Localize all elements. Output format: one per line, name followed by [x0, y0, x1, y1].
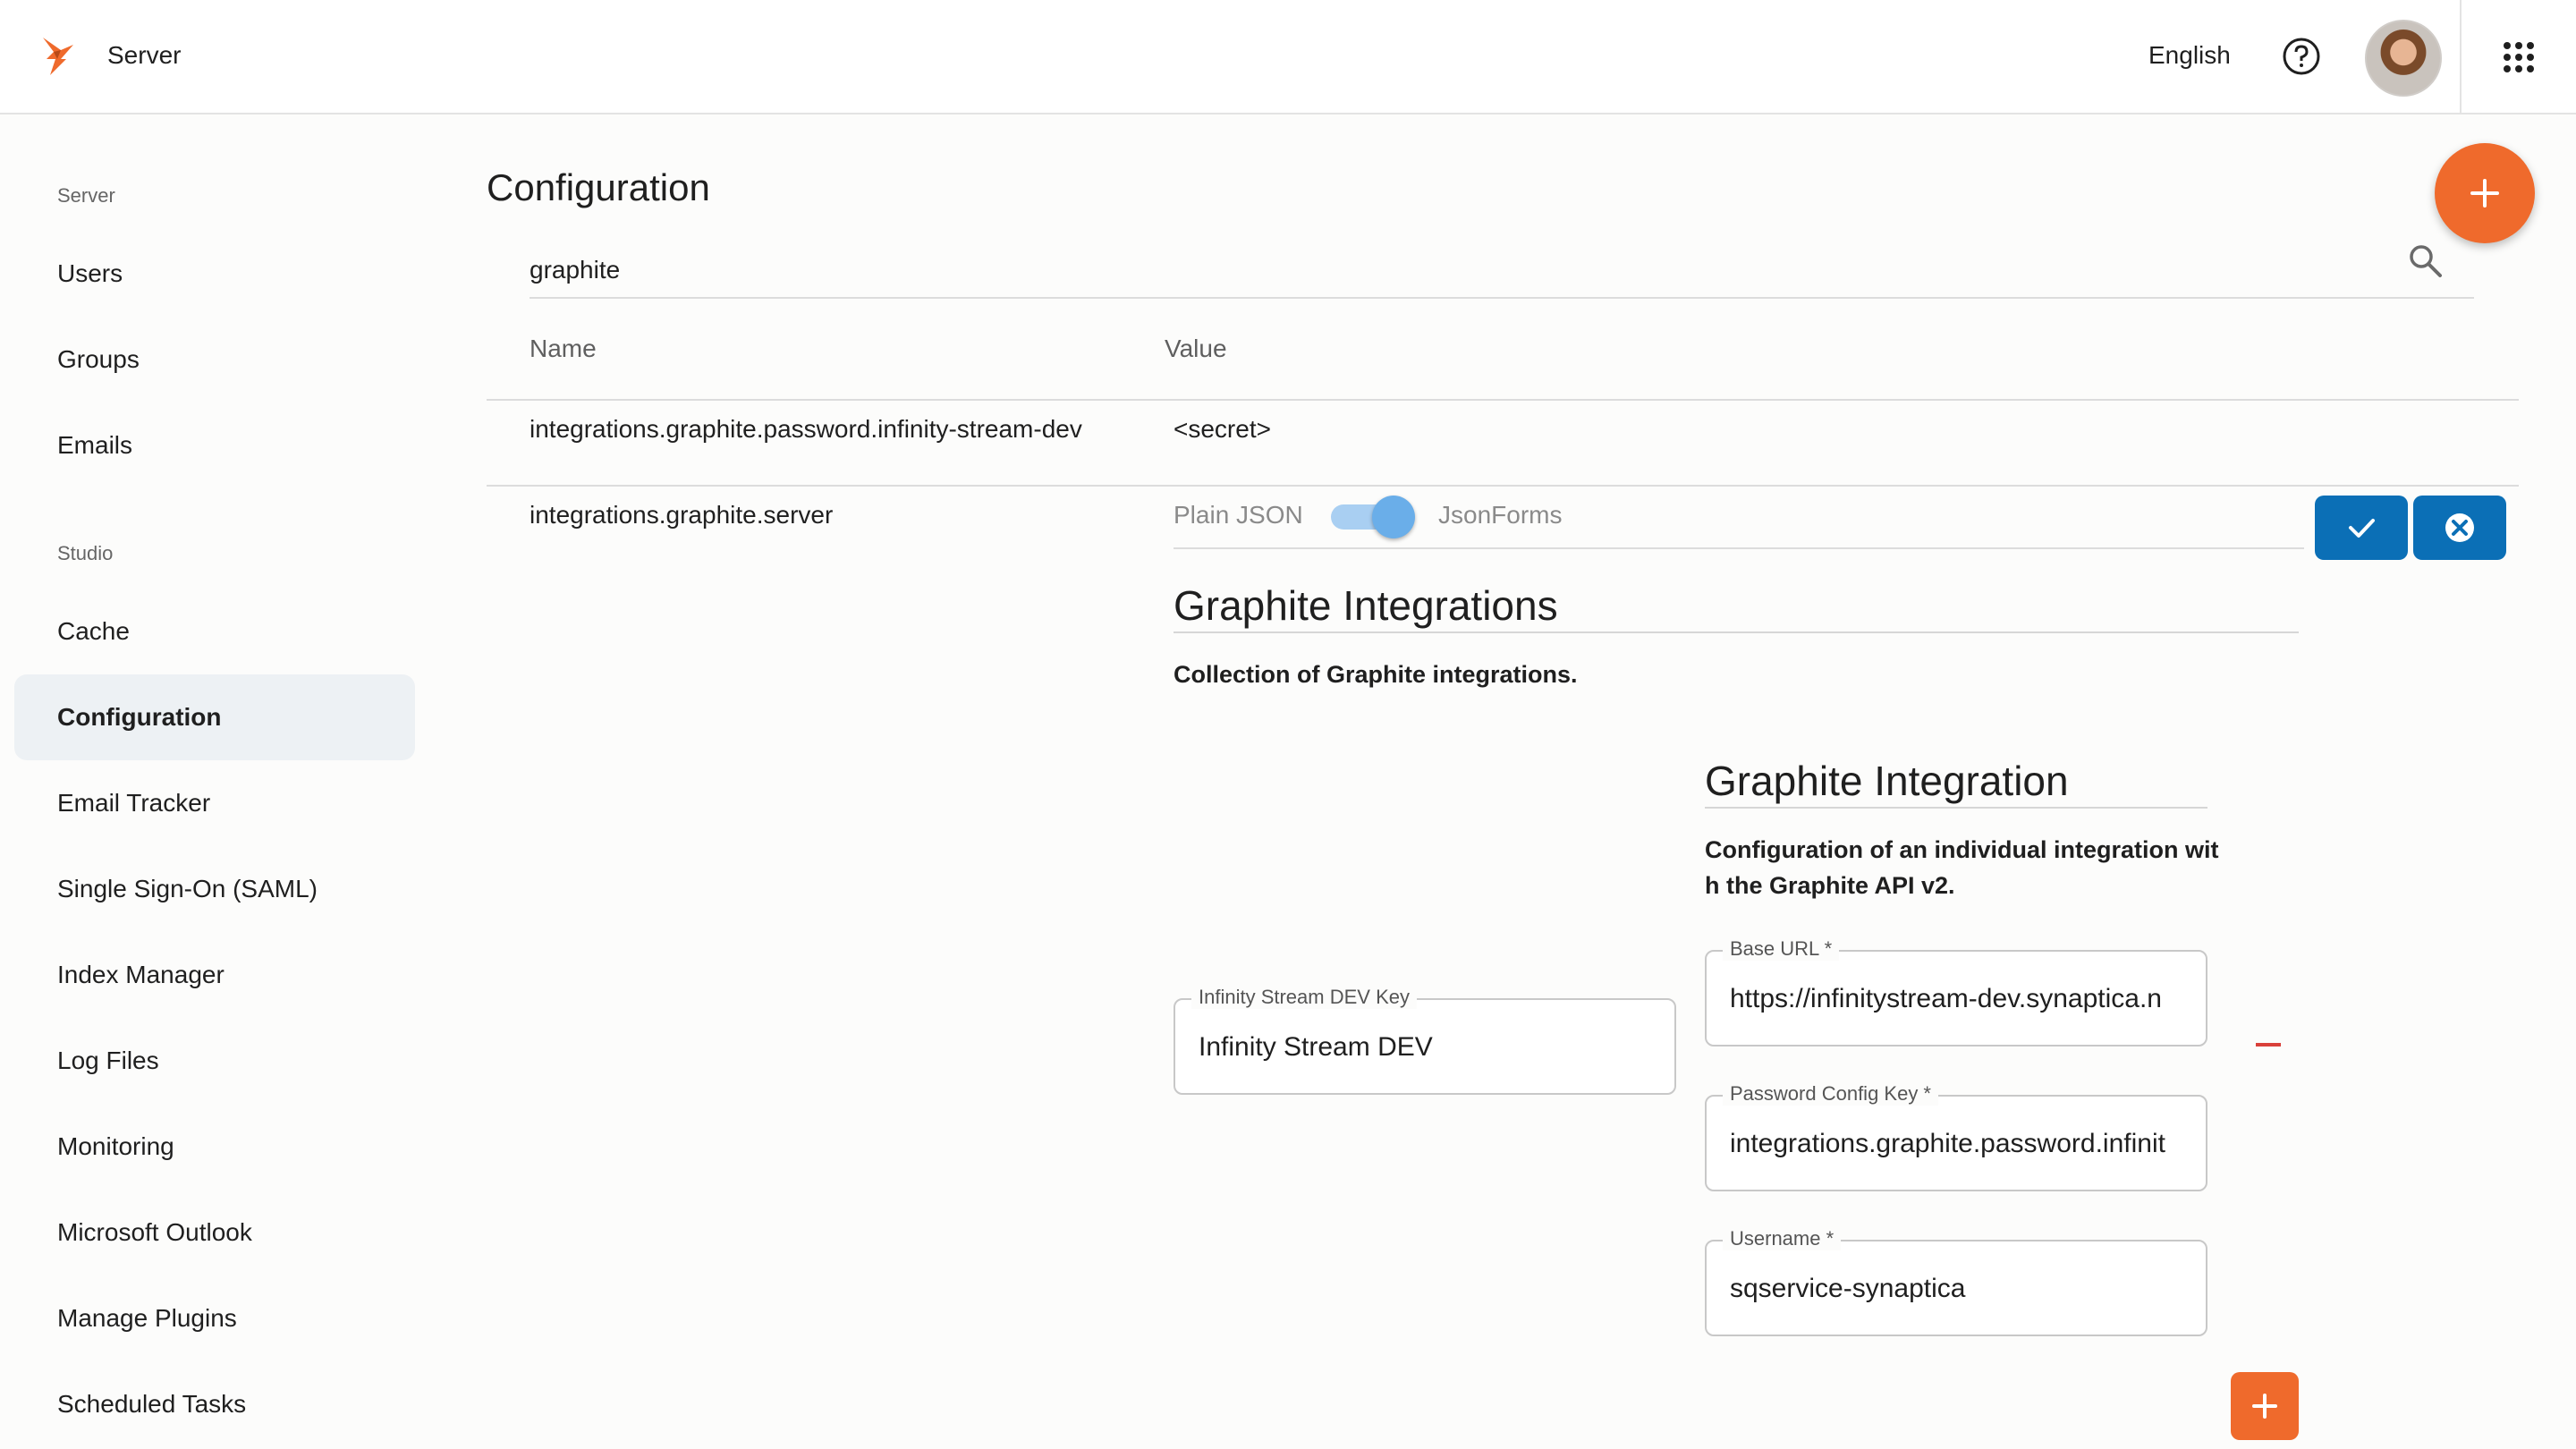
sidebar-item-label: Email Tracker	[57, 789, 211, 817]
sidebar-item-label: Groups	[57, 345, 140, 373]
add-item-button[interactable]	[2231, 1372, 2299, 1440]
add-configuration-button[interactable]	[2435, 143, 2535, 243]
close-circle-icon	[2445, 513, 2474, 542]
field-value[interactable]: integrations.graphite.password.infinit	[1730, 1129, 2188, 1159]
search-icon[interactable]	[2406, 242, 2445, 281]
sidebar-item-label: Index Manager	[57, 961, 225, 988]
sidebar-item-sso-saml[interactable]: Single Sign-On (SAML)	[14, 846, 415, 932]
sidebar-item-manage-plugins[interactable]: Manage Plugins	[14, 1275, 415, 1361]
field-label: Base URL *	[1723, 937, 1840, 961]
sidebar-item-label: Scheduled Tasks	[57, 1390, 247, 1418]
integration-key-field[interactable]: Infinity Stream DEV Key Infinity Stream …	[1174, 986, 1676, 1095]
page-title: Configuration	[487, 166, 710, 208]
sidebar-item-emails[interactable]: Emails	[14, 402, 415, 488]
top-bar: Server English	[0, 0, 2576, 114]
toggle-label-jsonforms[interactable]: JsonForms	[1438, 501, 1562, 530]
editor-divider	[1174, 547, 2304, 549]
sidebar-item-configuration[interactable]: Configuration	[14, 674, 415, 760]
password-config-key-field[interactable]: Password Config Key * integrations.graph…	[1705, 1082, 2207, 1191]
sidebar-section-server: Server	[57, 184, 115, 207]
sidebar-item-label: Log Files	[57, 1046, 159, 1074]
field-label: Password Config Key *	[1723, 1082, 1938, 1106]
field-value[interactable]: Infinity Stream DEV	[1199, 1032, 1657, 1063]
sidebar-item-users[interactable]: Users	[14, 231, 415, 317]
toggle-knob[interactable]	[1372, 496, 1415, 538]
table-row-value[interactable]: <secret>	[1174, 415, 1271, 444]
sidebar-item-label: Emails	[57, 431, 133, 459]
plus-icon	[2252, 1394, 2277, 1419]
sidebar-item-scheduled-tasks[interactable]: Scheduled Tasks	[14, 1361, 415, 1447]
plus-icon	[2470, 179, 2499, 208]
sidebar-item-groups[interactable]: Groups	[14, 317, 415, 402]
field-label: Infinity Stream DEV Key	[1191, 986, 1417, 1009]
toggle-label-plain-json[interactable]: Plain JSON	[1174, 501, 1303, 530]
language-selector[interactable]: English	[2148, 41, 2231, 70]
sidebar-item-email-tracker[interactable]: Email Tracker	[14, 760, 415, 846]
app-title: Server	[107, 41, 182, 69]
base-url-field[interactable]: Base URL * https://infinitystream-dev.sy…	[1705, 937, 2207, 1046]
fox-logo-icon[interactable]	[34, 32, 82, 80]
field-value[interactable]: sqservice-synaptica	[1730, 1274, 2188, 1304]
sidebar-item-cache[interactable]: Cache	[14, 589, 415, 674]
sidebar-item-microsoft-outlook[interactable]: Microsoft Outlook	[14, 1190, 415, 1275]
sidebar-section-studio: Studio	[57, 542, 114, 564]
column-header-value[interactable]: Value	[1165, 335, 1227, 363]
column-header-name[interactable]: Name	[530, 335, 597, 363]
user-avatar[interactable]	[2365, 20, 2442, 97]
subsection-heading: Graphite Integration	[1705, 758, 2069, 804]
sidebar-item-log-files[interactable]: Log Files	[14, 1018, 415, 1104]
sidebar-item-label: Configuration	[57, 703, 222, 731]
help-circle-icon[interactable]	[2281, 36, 2322, 77]
table-row-name[interactable]: integrations.graphite.server	[530, 501, 833, 530]
heading-underline	[1174, 631, 2299, 633]
row-divider	[487, 399, 2519, 401]
search-input[interactable]: graphite	[530, 256, 620, 284]
check-icon	[2349, 519, 2375, 538]
sidebar-item-label: Microsoft Outlook	[57, 1218, 252, 1246]
sidebar-item-label: Monitoring	[57, 1132, 174, 1160]
sidebar: Server Users Groups Emails Studio Cache …	[0, 114, 429, 1449]
field-value[interactable]: https://infinitystream-dev.synaptica.n	[1730, 984, 2188, 1014]
row-divider	[487, 485, 2519, 487]
subsection-description: Configuration of an individual integrati…	[1705, 832, 2218, 903]
section-heading: Graphite Integrations	[1174, 582, 1558, 629]
cancel-button[interactable]	[2413, 496, 2506, 560]
sidebar-item-label: Cache	[57, 617, 130, 645]
sidebar-item-index-manager[interactable]: Index Manager	[14, 932, 415, 1018]
heading-underline	[1705, 807, 2207, 809]
username-field[interactable]: Username * sqservice-synaptica	[1705, 1227, 2207, 1336]
sidebar-item-monitoring[interactable]: Monitoring	[14, 1104, 415, 1190]
sidebar-item-label: Users	[57, 259, 123, 287]
field-label: Username *	[1723, 1227, 1842, 1250]
sidebar-item-label: Single Sign-On (SAML)	[57, 875, 318, 902]
table-row-name[interactable]: integrations.graphite.password.infinity-…	[530, 415, 1082, 444]
remove-item-icon[interactable]	[2256, 1043, 2281, 1046]
search-underline	[530, 297, 2474, 299]
save-button[interactable]	[2315, 496, 2408, 560]
description-line: h the Graphite API v2.	[1705, 872, 1955, 899]
divider	[2460, 0, 2462, 114]
apps-grid-icon[interactable]	[2501, 39, 2537, 75]
description-line: Configuration of an individual integrati…	[1705, 836, 2219, 863]
sidebar-item-label: Manage Plugins	[57, 1304, 237, 1332]
section-description: Collection of Graphite integrations.	[1174, 661, 1578, 688]
